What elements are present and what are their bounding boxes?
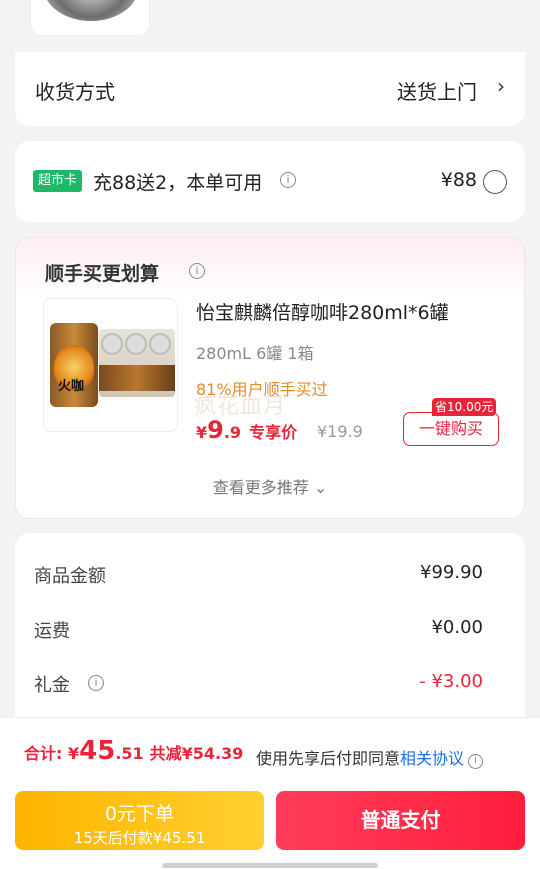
product-image [43, 0, 139, 21]
shipping-row: 运费 ¥0.00 [34, 617, 483, 645]
info-icon[interactable]: i [88, 675, 104, 691]
save-amount-tag: 省10.00元 [432, 398, 497, 416]
recommend-product-tag: 81%用户顺手买过 [196, 380, 328, 399]
supermarket-card-radio[interactable] [483, 170, 507, 194]
order-total: 合计: ¥45.51 共减¥54.39 [24, 736, 244, 766]
see-more-recommendations[interactable]: 查看更多推荐 ⌄ [16, 474, 524, 498]
recommend-original-price: ¥19.9 [317, 422, 363, 441]
info-icon[interactable]: i [280, 172, 296, 188]
supermarket-card-price: ¥88 [440, 169, 477, 191]
supermarket-card-text: 充88送2，本单可用 [93, 172, 263, 194]
normal-pay-button[interactable]: 普通支付 [276, 791, 525, 850]
info-icon[interactable]: i [468, 754, 484, 769]
recommend-title: 顺手买更划算 [45, 263, 160, 285]
checkout-bar: 合计: ¥45.51 共减¥54.39 使用先享后付即同意相关协议 i 0元下单 1… [0, 717, 540, 869]
coffee-pack-image [99, 329, 175, 397]
home-indicator [162, 863, 378, 868]
one-click-buy-button[interactable]: 一键购买 [403, 412, 499, 446]
delivery-method-row[interactable]: 收货方式 送货上门 › [15, 52, 525, 126]
pay-later-title: 0元下单 [104, 803, 175, 825]
goods-amount-row: 商品金额 ¥99.90 [34, 562, 483, 590]
gift-money-row: 礼金 i - ¥3.00 [34, 671, 483, 699]
goods-amount-value: ¥99.90 [420, 562, 483, 583]
supermarket-card-badge: 超市卡 [33, 170, 83, 192]
info-icon[interactable]: i [189, 263, 205, 279]
pay-later-subtitle: 15天后付款¥45.51 [73, 829, 206, 847]
delivery-value: 送货上门 [397, 80, 477, 104]
recommend-product-price: ¥9.9 专享价 [196, 416, 298, 444]
delivery-label: 收货方式 [35, 80, 115, 104]
chevron-right-icon: › [497, 74, 505, 98]
gift-money-label: 礼金 [34, 675, 70, 696]
product-thumbnail [30, 0, 150, 36]
recommend-section: 顺手买更划算 i 火咖 怡宝麒麟倍醇咖啡280ml*6罐 280mL 6罐 1箱… [15, 237, 525, 519]
gift-money-value: - ¥3.00 [419, 671, 483, 692]
pay-later-button[interactable]: 0元下单 15天后付款¥45.51 [15, 791, 264, 850]
shipping-label: 运费 [34, 621, 70, 642]
supermarket-card-row[interactable]: 超市卡 充88送2，本单可用 i ¥88 [15, 141, 525, 222]
goods-amount-label: 商品金额 [34, 566, 106, 587]
coffee-can-image: 火咖 [50, 323, 98, 407]
recommend-product-name[interactable]: 怡宝麒麟倍醇咖啡280ml*6罐 [196, 298, 449, 325]
agreement-text: 使用先享后付即同意相关协议 i [256, 745, 484, 769]
shipping-value: ¥0.00 [431, 617, 483, 638]
recommend-product-image[interactable]: 火咖 [43, 298, 178, 432]
recommend-product-spec: 280mL 6罐 1箱 [196, 344, 314, 363]
agreement-link[interactable]: 相关协议 [400, 749, 464, 768]
amount-summary: 商品金额 ¥99.90 运费 ¥0.00 礼金 i - ¥3.00 [15, 533, 525, 733]
